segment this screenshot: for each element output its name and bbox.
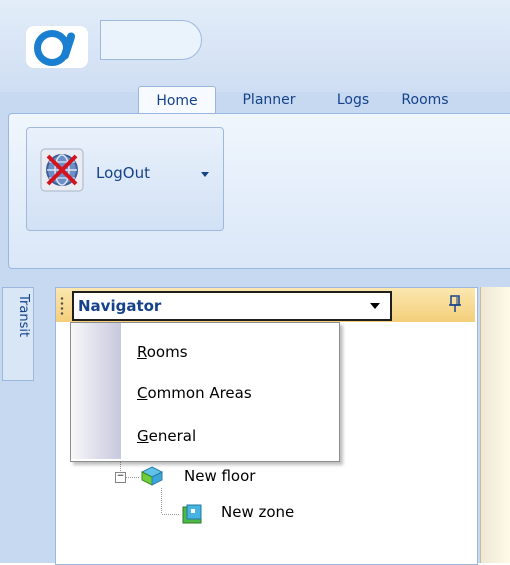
logout-label: LogOut xyxy=(96,164,150,182)
drag-grip-icon[interactable] xyxy=(60,296,64,316)
tab-rooms[interactable]: Rooms xyxy=(392,86,458,114)
pin-icon[interactable] xyxy=(448,295,462,313)
tab-planner[interactable]: Planner xyxy=(226,86,312,114)
menu-icon-gutter xyxy=(71,323,121,459)
navigator-dropdown-value: Navigator xyxy=(78,297,162,315)
quick-access-toolbar[interactable] xyxy=(100,20,202,60)
document-area xyxy=(480,287,510,563)
side-tab-label: Transit xyxy=(16,294,31,338)
globe-logout-icon xyxy=(40,148,84,192)
menu-mnemonic: G xyxy=(137,427,149,445)
tab-home[interactable]: Home xyxy=(138,86,216,115)
collapse-toggle[interactable]: − xyxy=(115,472,126,483)
dropdown-arrow-icon[interactable] xyxy=(370,303,380,309)
tree-connector xyxy=(162,514,180,515)
menu-item-rooms[interactable]: Rooms xyxy=(121,332,337,372)
zone-icon xyxy=(182,504,202,524)
tab-logs[interactable]: Logs xyxy=(326,86,380,114)
tree-connector xyxy=(126,477,140,478)
floor-icon xyxy=(141,466,163,486)
tree-connector xyxy=(161,488,162,514)
menu-mnemonic: C xyxy=(137,384,148,402)
menu-item-label: ommon Areas xyxy=(147,384,252,402)
menu-item-label: ooms xyxy=(146,343,188,361)
menu-item-general[interactable]: General xyxy=(121,416,337,456)
chevron-down-icon[interactable] xyxy=(201,172,209,177)
tree-item-floor[interactable]: New floor xyxy=(184,467,255,485)
menu-item-common-areas[interactable]: Common Areas xyxy=(121,373,337,413)
menu-mnemonic: R xyxy=(137,343,147,361)
menu-item-label: eneral xyxy=(148,427,197,445)
tree-item-zone[interactable]: New zone xyxy=(221,503,294,521)
